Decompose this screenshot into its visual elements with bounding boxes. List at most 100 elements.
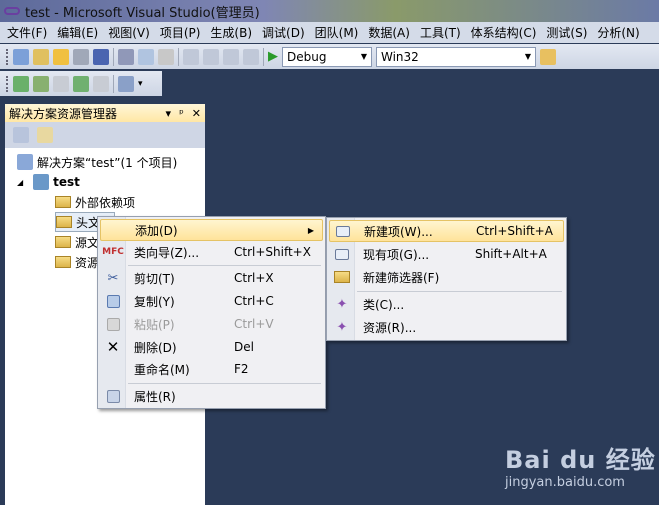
window-position-icon[interactable]: ▾ [166,107,172,120]
chevron-down-icon: ▼ [360,52,367,61]
menu-item-paste[interactable]: 粘贴(P) Ctrl+V [100,313,323,335]
toolbar-grip[interactable] [6,75,9,92]
toolbar-separator [113,74,114,93]
shortcut: Shift+Alt+A [475,247,547,261]
paste-icon[interactable] [158,48,174,65]
properties-icon[interactable] [13,127,29,143]
toolbar-separator [178,47,179,66]
panel-toolbar [5,122,205,148]
config-value: Debug [287,49,327,64]
redo-icon[interactable] [203,48,219,65]
cancel-build-icon[interactable] [93,75,109,92]
menu-team[interactable]: 团队(M) [312,24,366,41]
menu-item-class-wizard[interactable]: MFC 类向导(Z)... Ctrl+Shift+X [100,241,323,263]
menu-item-rename[interactable]: 重命名(M) F2 [100,358,323,380]
cut-icon[interactable] [118,48,134,65]
menu-item-class[interactable]: ✦ 类(C)... [329,293,564,315]
menu-tools[interactable]: 工具(T) [417,24,468,41]
menu-item-new-item[interactable]: 新建项(W)... Ctrl+Shift+A [329,220,564,242]
show-all-files-icon[interactable] [37,127,53,143]
menu-debug[interactable]: 调试(D) [259,24,312,41]
panel-title: 解决方案资源管理器 [9,106,118,121]
project-label: test [53,175,80,189]
label: 现有项(G)... [363,247,430,262]
standard-toolbar: ▶ Debug ▼ Win32 ▼ [0,44,659,69]
build-icon[interactable] [13,75,29,92]
folder-icon [56,216,72,228]
undo-icon[interactable] [183,48,199,65]
find-icon[interactable] [540,48,556,65]
menu-item-delete[interactable]: ✕ 删除(D) Del [100,336,323,358]
navigate-forward-icon[interactable] [243,48,259,65]
build-solution-icon[interactable] [33,75,49,92]
class-wizard-icon: MFC [102,247,124,257]
menu-data[interactable]: 数据(A) [365,24,417,41]
start-debugging-icon[interactable]: ▶ [268,49,278,64]
open-folder-icon[interactable] [53,48,69,65]
tree-item-solution[interactable]: 解决方案“test”(1 个项目) [17,152,177,172]
toolbar-separator [263,47,264,66]
publish-icon[interactable] [73,75,89,92]
menu-file[interactable]: 文件(F) [4,24,54,41]
save-icon[interactable] [73,48,89,65]
title-bar: test - Microsoft Visual Studio(管理员) [0,0,659,22]
toolbar-grip[interactable] [6,48,9,65]
add-item-icon[interactable] [33,48,49,65]
properties-tool-icon[interactable] [118,75,134,92]
menu-item-resource[interactable]: ✦ 资源(R)... [329,316,564,338]
shortcut: Ctrl+X [234,271,274,285]
label: 资源(R)... [363,320,417,335]
submenu-arrow-icon: ▶ [307,225,314,235]
panel-header: 解决方案资源管理器 ▾ ᵖ ✕ [5,104,205,122]
menu-item-existing-item[interactable]: 现有项(G)... Shift+Alt+A [329,243,564,265]
close-icon[interactable]: ✕ [192,107,201,120]
shortcut: Ctrl+Shift+A [476,224,553,238]
resource-icon: ✦ [336,319,348,335]
copy-icon[interactable] [138,48,154,65]
menu-build[interactable]: 生成(B) [207,24,259,41]
menu-item-cut[interactable]: ✂ 剪切(T) Ctrl+X [100,267,323,289]
tree-item-external-deps[interactable]: 外部依赖项 [55,192,135,212]
menu-item-add[interactable]: 添加(D) ▶ [100,219,323,241]
save-all-icon[interactable] [93,48,109,65]
label: 剪切(T) [134,271,175,286]
navigate-backward-icon[interactable] [223,48,239,65]
context-menu: 添加(D) ▶ MFC 类向导(Z)... Ctrl+Shift+X ✂ 剪切(T) Ct… [97,216,326,409]
new-project-icon[interactable] [13,48,29,65]
expand-arrow-icon[interactable]: ◢ [17,178,23,187]
menu-edit[interactable]: 编辑(E) [54,24,105,41]
copy-icon [105,293,121,309]
solution-config-dropdown[interactable]: Debug ▼ [282,46,372,67]
rebuild-icon[interactable] [53,75,69,92]
properties-icon [105,388,121,404]
label: 类向导(Z)... [134,245,200,260]
project-icon [33,174,50,190]
menu-item-properties[interactable]: 属性(R) [100,385,323,407]
item-label: 外部依赖项 [75,195,136,210]
build-toolbar: ▾ [0,71,162,96]
label: 复制(Y) [134,294,175,309]
paste-icon [105,316,121,332]
solution-platform-dropdown[interactable]: Win32 ▼ [376,46,536,67]
menu-item-new-filter[interactable]: 新建筛选器(F) [329,266,564,288]
menu-separator [128,265,321,266]
menu-item-copy[interactable]: 复制(Y) Ctrl+C [100,290,323,312]
pin-icon[interactable]: ᵖ [179,107,184,120]
tree-item-project[interactable]: ◢ test [17,172,80,192]
menu-architecture[interactable]: 体系结构(C) [468,24,544,41]
toolbar-options-icon[interactable]: ▾ [138,79,143,89]
label: 类(C)... [363,297,405,312]
shortcut: F2 [234,362,249,376]
delete-x-icon: ✕ [106,338,120,356]
add-submenu: 新建项(W)... Ctrl+Shift+A 现有项(G)... Shift+Alt… [326,217,567,341]
menu-separator [128,383,321,384]
menu-analyze[interactable]: 分析(N) [594,24,646,41]
menu-separator [357,291,562,292]
label: 属性(R) [134,389,176,404]
menu-test[interactable]: 测试(S) [543,24,594,41]
menu-bar: 文件(F) 编辑(E) 视图(V) 项目(P) 生成(B) 调试(D) 团队(M… [0,22,659,43]
menu-view[interactable]: 视图(V) [105,24,157,41]
folder-icon [55,236,71,248]
menu-project[interactable]: 项目(P) [157,24,208,41]
solution-icon [17,154,33,170]
